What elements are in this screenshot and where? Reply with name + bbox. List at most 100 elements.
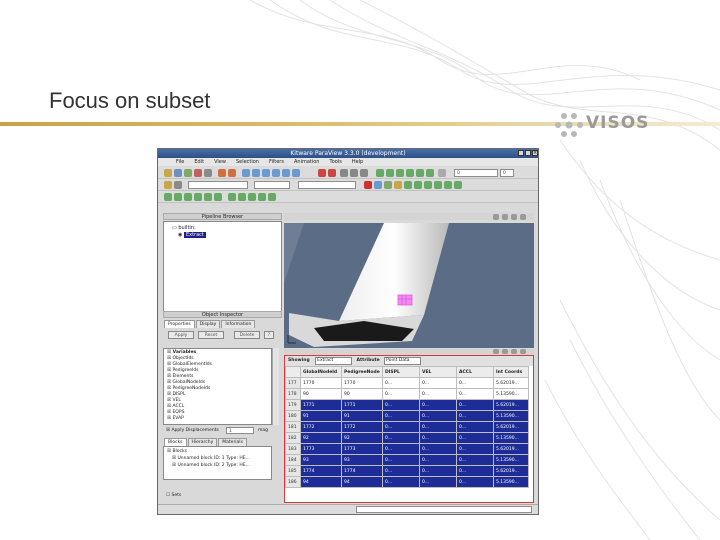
table-cell[interactable]: 1770 xyxy=(341,377,383,389)
table-cell[interactable]: 94 xyxy=(300,476,342,488)
table-cell[interactable]: 91 xyxy=(341,410,383,422)
table-row[interactable]: 177 1770 1770 0... 0... 0... 5.62019... xyxy=(285,377,529,389)
table-cell[interactable]: 0... xyxy=(419,443,457,455)
table-cell[interactable]: 0... xyxy=(419,377,457,389)
table-cell[interactable]: 5.13590... xyxy=(493,432,529,444)
table-cell[interactable]: 1774 xyxy=(300,465,342,477)
contour-icon[interactable] xyxy=(414,181,422,189)
row-number[interactable]: 186 xyxy=(285,476,301,488)
table-cell[interactable]: 91 xyxy=(300,410,342,422)
table-cell[interactable]: 0... xyxy=(382,410,420,422)
table-cell[interactable]: 0... xyxy=(382,476,420,488)
table-cell[interactable]: 0... xyxy=(382,388,420,400)
table-cell[interactable]: 0... xyxy=(419,410,457,422)
table-cell[interactable]: 0... xyxy=(419,454,457,466)
table-cell[interactable]: 0... xyxy=(456,443,494,455)
table-cell[interactable]: 0... xyxy=(382,377,420,389)
plot-over-line-icon[interactable] xyxy=(228,193,236,201)
camera-redo-icon[interactable] xyxy=(328,169,336,177)
row-number[interactable]: 185 xyxy=(285,465,301,477)
group-icon[interactable] xyxy=(194,193,202,201)
table-cell[interactable]: 0... xyxy=(456,399,494,411)
component-combo[interactable] xyxy=(254,181,290,189)
center-icon[interactable] xyxy=(384,181,392,189)
slice-icon[interactable] xyxy=(434,181,442,189)
pipeline-item-builtin[interactable]: ▭ builtin: xyxy=(172,225,196,231)
color-legend-icon[interactable] xyxy=(174,181,182,189)
warp-icon[interactable] xyxy=(184,193,192,201)
redo-icon[interactable] xyxy=(228,169,236,177)
time-field[interactable]: 0 xyxy=(454,169,498,177)
menu-tools[interactable]: Tools xyxy=(329,158,341,166)
representation-combo[interactable] xyxy=(298,181,356,189)
menu-edit[interactable]: Edit xyxy=(194,158,204,166)
list-item[interactable]: ☒ Unnamed block ID: 1 Type: HE... xyxy=(172,456,250,462)
split-horizontal-icon[interactable] xyxy=(493,214,499,220)
play-icon[interactable] xyxy=(396,169,404,177)
row-number[interactable]: 183 xyxy=(285,443,301,455)
extract-level-icon[interactable] xyxy=(204,193,212,201)
first-frame-icon[interactable] xyxy=(376,169,384,177)
table-row[interactable]: 181 1772 1772 0... 0... 0... 5.62019... xyxy=(285,421,529,433)
table-cell[interactable]: 0... xyxy=(382,443,420,455)
table-cell[interactable]: 90 xyxy=(300,388,342,400)
eye-icon[interactable]: ◉ xyxy=(178,232,182,238)
menu-view[interactable]: View xyxy=(214,158,226,166)
table-cell[interactable]: 1771 xyxy=(300,399,342,411)
table-cell[interactable]: 5.62019... xyxy=(493,399,529,411)
probe-icon[interactable] xyxy=(214,193,222,201)
split-vertical-icon[interactable] xyxy=(502,349,508,354)
view-plus-x-icon[interactable] xyxy=(252,169,260,177)
save-icon[interactable] xyxy=(174,169,182,177)
calculator-icon[interactable] xyxy=(404,181,412,189)
extract-subset-icon[interactable] xyxy=(454,181,462,189)
glyph-icon[interactable] xyxy=(164,193,172,201)
axes-icon[interactable] xyxy=(374,181,382,189)
apply-displacement-checkbox[interactable]: ☒ Apply Displacements xyxy=(166,428,219,434)
sets-checkbox[interactable]: ☐ Sets xyxy=(166,493,181,499)
table-cell[interactable]: 0... xyxy=(419,432,457,444)
table-cell[interactable]: 5.13590... xyxy=(493,476,529,488)
table-cell[interactable]: 0... xyxy=(419,465,457,477)
table-cell[interactable]: 0... xyxy=(382,421,420,433)
table-cell[interactable]: 0... xyxy=(419,399,457,411)
table-cell[interactable]: 5.62019... xyxy=(493,377,529,389)
maximize-view-icon[interactable] xyxy=(511,214,517,220)
table-cell[interactable]: 0... xyxy=(382,454,420,466)
reset-button[interactable]: Reset xyxy=(198,331,224,339)
maximize-button[interactable] xyxy=(525,150,531,156)
table-cell[interactable]: 93 xyxy=(300,454,342,466)
variables-scrollbar[interactable] xyxy=(272,348,279,425)
table-cell[interactable]: 0... xyxy=(456,432,494,444)
table-cell[interactable]: 0... xyxy=(456,377,494,389)
menu-file[interactable]: File xyxy=(176,158,184,166)
table-cell[interactable]: 1773 xyxy=(300,443,342,455)
row-number[interactable]: 178 xyxy=(285,388,301,400)
delete-button[interactable]: Delete xyxy=(234,331,260,339)
close-view-icon[interactable] xyxy=(520,214,526,220)
row-number[interactable]: 177 xyxy=(285,377,301,389)
column-header[interactable]: VEL xyxy=(419,366,457,378)
view-minus-y-icon[interactable] xyxy=(282,169,290,177)
table-cell[interactable]: 1772 xyxy=(300,421,342,433)
row-number[interactable]: 181 xyxy=(285,421,301,433)
list-item[interactable]: ☒ Unnamed block ID: 2 Type: HE... xyxy=(172,463,250,469)
plot-data-icon[interactable] xyxy=(248,193,256,201)
view-plus-y-icon[interactable] xyxy=(272,169,280,177)
table-cell[interactable]: 92 xyxy=(341,432,383,444)
table-cell[interactable]: 5.13590... xyxy=(493,454,529,466)
table-row[interactable]: 186 94 94 0... 0... 0... 5.13590... xyxy=(285,476,529,488)
maximize-view-icon[interactable] xyxy=(511,349,517,354)
apply-button[interactable]: Apply xyxy=(168,331,194,339)
table-row[interactable]: 184 93 93 0... 0... 0... 5.13590... xyxy=(285,454,529,466)
column-header[interactable]: ACCL xyxy=(456,366,494,378)
plot-selection-icon[interactable] xyxy=(258,193,266,201)
column-header[interactable]: GlobalNodeId xyxy=(300,366,342,378)
table-row[interactable]: 182 92 92 0... 0... 0... 5.13590... xyxy=(285,432,529,444)
table-cell[interactable]: 1771 xyxy=(341,399,383,411)
table-cell[interactable]: 0... xyxy=(382,399,420,411)
close-view-icon[interactable] xyxy=(520,349,526,354)
help-button[interactable]: ? xyxy=(264,331,274,339)
table-cell[interactable]: 1770 xyxy=(300,377,342,389)
table-row[interactable]: 183 1773 1773 0... 0... 0... 5.62019... xyxy=(285,443,529,455)
